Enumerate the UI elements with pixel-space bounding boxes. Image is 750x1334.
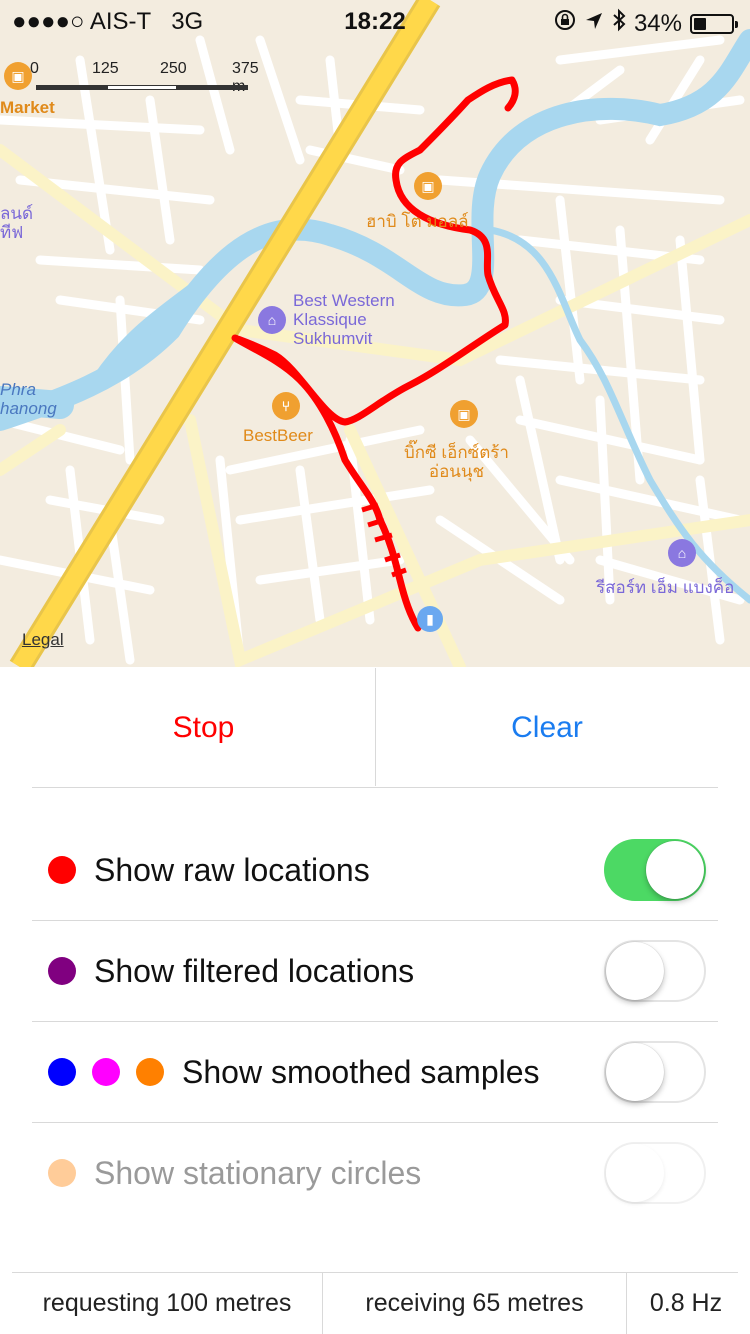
legal-link[interactable]: Legal (22, 630, 64, 650)
scale-bar-segment (36, 85, 108, 90)
scale-bar-segment (176, 85, 248, 90)
bluetooth-icon (612, 8, 626, 39)
poi-bestbeer[interactable]: BestBeer (243, 426, 313, 445)
hotel-icon[interactable]: ⌂ (668, 539, 696, 567)
setting-row: Show filtered locations (32, 921, 718, 1021)
setting-label: Show raw locations (94, 851, 370, 888)
scale-bar-segment (108, 85, 176, 90)
scale-label: 125 (92, 60, 119, 77)
setting-label: Show filtered locations (94, 952, 415, 989)
legend-dot (48, 1159, 76, 1187)
toggle-knob (606, 1043, 664, 1101)
setting-toggle[interactable] (604, 1041, 706, 1103)
location-arrow-icon (584, 10, 604, 38)
footer: requesting 100 metres receiving 65 metre… (0, 1272, 750, 1334)
map-view[interactable]: ●●●●○ AIS-T 3G 18:22 34% 0 125 250 375 m… (0, 0, 750, 667)
toggle-knob (606, 942, 664, 1000)
setting-toggle (604, 1142, 706, 1204)
legend-dot (92, 1058, 120, 1086)
toggle-knob (606, 1144, 664, 1202)
scale-label: 375 m (232, 60, 259, 95)
legend-dot (48, 957, 76, 985)
poi-habito-mall[interactable]: ฮาบิ โต มอลล์ (366, 212, 469, 231)
poi-market[interactable]: Market (0, 98, 55, 117)
setting-row: Show raw locations (32, 820, 718, 920)
area-label-partial: ลนด์ ทีฟ (0, 204, 34, 242)
shopping-icon[interactable]: ▣ (414, 172, 442, 200)
setting-toggle[interactable] (604, 839, 706, 901)
area-label-phra-khanong: Phra hanong (0, 380, 57, 418)
status-bar: ●●●●○ AIS-T 3G 18:22 34% (0, 0, 750, 40)
train-station-icon[interactable]: ▮ (417, 606, 443, 632)
setting-row: Show smoothed samples (32, 1022, 718, 1122)
setting-label: Show stationary circles (94, 1154, 422, 1191)
setting-toggle[interactable] (604, 940, 706, 1002)
scale-label: 250 (160, 60, 187, 77)
hotel-icon[interactable]: ⌂ (258, 306, 286, 334)
toggle-knob (646, 841, 704, 899)
shopping-icon[interactable]: ▣ (4, 62, 32, 90)
setting-label: Show smoothed samples (182, 1053, 540, 1090)
receiving-accuracy: receiving 65 metres (365, 1288, 584, 1317)
restaurant-icon[interactable]: ⑂ (272, 392, 300, 420)
status-right: 34% (554, 8, 738, 39)
divider (32, 787, 718, 788)
legend-dot (136, 1058, 164, 1086)
divider (375, 668, 376, 786)
poi-best-western[interactable]: Best Western Klassique Sukhumvit (293, 291, 395, 348)
legend-dot (48, 856, 76, 884)
battery-percent: 34% (633, 9, 682, 37)
poi-resort-m[interactable]: รีสอร์ท เอ็ม แบงค็อ (596, 578, 734, 597)
battery-icon (690, 13, 738, 34)
poi-big-c-extra[interactable]: บิ๊กซี เอ็กซ์ตร้า อ่อนนุช (404, 443, 509, 481)
clear-button[interactable]: Clear (376, 668, 718, 788)
legend-dot (48, 1058, 76, 1086)
rotation-lock-icon (554, 9, 576, 38)
setting-row: Show stationary circles (32, 1123, 718, 1223)
requesting-accuracy: requesting 100 metres (42, 1288, 292, 1317)
stop-button[interactable]: Stop (32, 668, 375, 788)
update-frequency: 0.8 Hz (649, 1288, 723, 1317)
shopping-icon[interactable]: ▣ (450, 400, 478, 428)
